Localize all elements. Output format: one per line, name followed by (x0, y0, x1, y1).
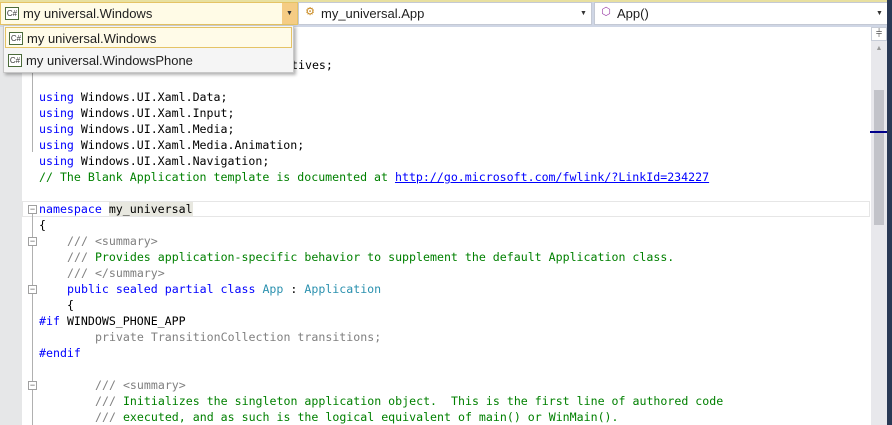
collapse-icon[interactable]: − (28, 237, 37, 246)
chevron-down-icon[interactable]: ▼ (872, 3, 887, 24)
code-line: #endif (39, 346, 81, 360)
code-line: using Windows.UI.Xaml.Data; (39, 90, 228, 104)
project-dropdown-list: C# my universal.Windows C# my universal.… (3, 25, 294, 73)
project-dropdown[interactable]: C# my universal.Windows ▼ (0, 2, 298, 25)
code-line: /// Provides application-specific behavi… (67, 250, 675, 264)
code-line: namespace my_universal (39, 202, 193, 216)
option-label: my universal.WindowsPhone (26, 53, 193, 68)
code-line: { (39, 218, 46, 232)
code-line: /// <summary> (67, 234, 158, 248)
code-line: using Windows.UI.Xaml.Input; (39, 106, 235, 120)
code-line: using Windows.UI.Xaml.Media.Animation; (39, 138, 305, 152)
editor-margin (0, 27, 22, 425)
option-label: my universal.Windows (27, 31, 157, 46)
code-line: private TransitionCollection transitions… (95, 330, 382, 344)
collapse-icon[interactable]: − (28, 205, 37, 214)
project-option-windowsphone[interactable]: C# my universal.WindowsPhone (5, 50, 292, 71)
csharp-project-icon: C# (8, 54, 22, 67)
project-option-windows[interactable]: C# my universal.Windows (5, 27, 292, 48)
code-line: #if WINDOWS_PHONE_APP (39, 314, 186, 328)
code-line: using Windows.UI.Xaml.Media; (39, 122, 235, 136)
outline-line (32, 60, 33, 152)
collapse-icon[interactable]: − (28, 381, 37, 390)
scroll-up-icon[interactable]: ▲ (871, 45, 887, 57)
code-line: /// <summary> (95, 378, 186, 392)
window-border (887, 0, 892, 425)
member-dropdown-value: App() (617, 6, 649, 21)
code-line: public sealed partial class App : Applic… (67, 282, 382, 296)
split-window-icon[interactable]: ⫩ (871, 27, 887, 41)
collapse-icon[interactable]: − (28, 285, 37, 294)
vertical-scrollbar[interactable] (871, 27, 887, 425)
scrollbar-thumb[interactable] (874, 90, 884, 225)
class-icon: ⚙ (305, 6, 315, 18)
member-dropdown[interactable]: ⬡ App() ▼ (594, 2, 888, 25)
code-line: /// </summary> (67, 266, 165, 280)
chevron-down-icon[interactable]: ▼ (576, 3, 591, 24)
project-dropdown-value: my universal.Windows (23, 6, 153, 21)
code-line: /// executed, and as such is the logical… (95, 410, 619, 424)
code-line: tives; (291, 58, 333, 72)
csharp-project-icon: C# (5, 7, 19, 20)
code-line: { (67, 298, 74, 312)
code-line: /// Initializes the singleton applicatio… (95, 394, 724, 408)
caret-position-marker (870, 131, 887, 133)
template-doc-link[interactable]: http://go.microsoft.com/fwlink/?LinkId=2… (395, 170, 709, 184)
chevron-down-icon[interactable]: ▼ (282, 3, 297, 24)
type-dropdown-value: my_universal.App (321, 6, 425, 21)
csharp-project-icon: C# (9, 32, 23, 45)
code-line: using Windows.UI.Xaml.Navigation; (39, 154, 270, 168)
method-icon: ⬡ (601, 6, 611, 18)
type-dropdown[interactable]: ⚙ my_universal.App ▼ (298, 2, 592, 25)
code-line: // The Blank Application template is doc… (39, 170, 710, 184)
